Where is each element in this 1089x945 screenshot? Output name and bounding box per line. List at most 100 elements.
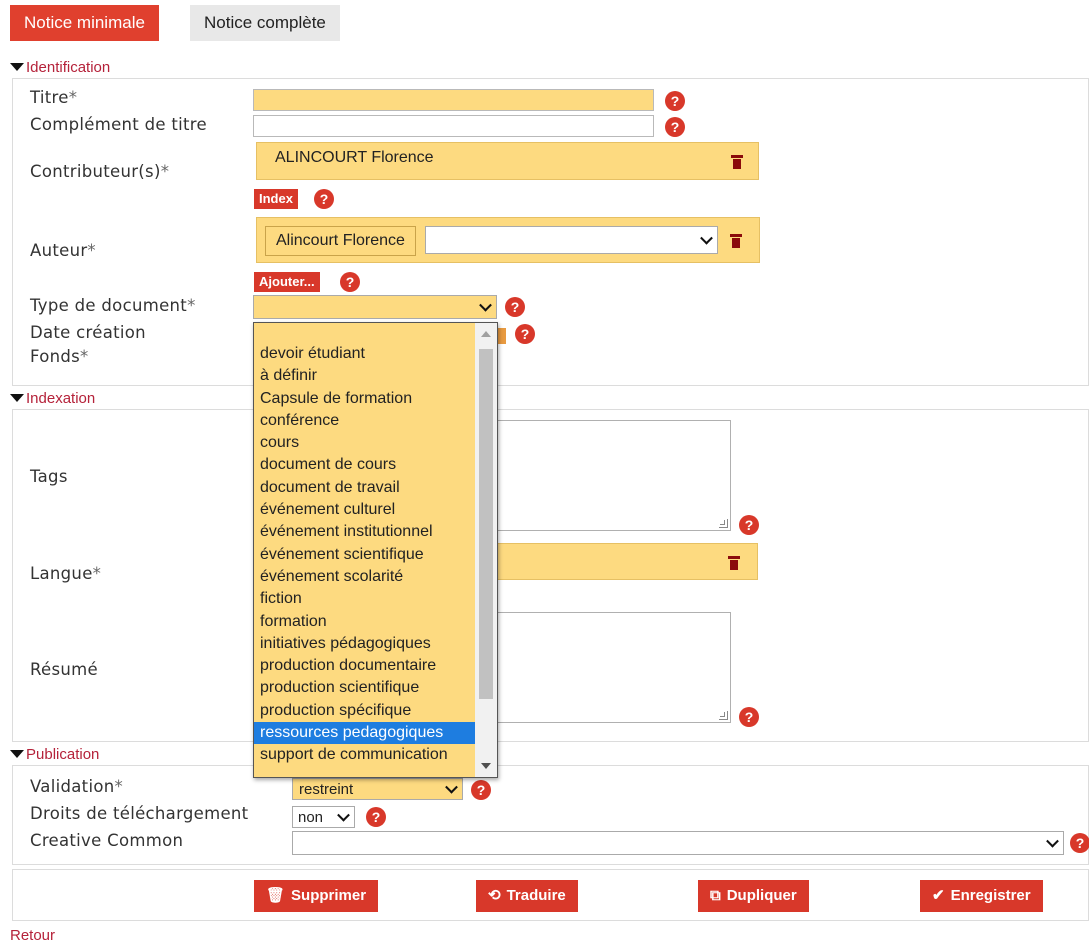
trash-icon[interactable] xyxy=(730,154,744,170)
ajouter-button[interactable]: Ajouter... xyxy=(254,272,320,292)
section-publication-label: Publication xyxy=(26,746,100,763)
supprimer-label: Supprimer xyxy=(291,887,367,904)
dropdown-option[interactable]: cours xyxy=(254,432,476,454)
label-langue: Langue* xyxy=(30,564,102,583)
label-tags: Tags xyxy=(30,467,68,486)
traduire-button[interactable]: ⟲ Traduire xyxy=(476,880,578,912)
tab-notice-minimale[interactable]: Notice minimale xyxy=(10,5,159,41)
section-identification[interactable]: Identification xyxy=(10,59,110,77)
collapse-triangle-icon xyxy=(10,394,24,402)
dropdown-scrollbar[interactable] xyxy=(475,323,497,777)
help-icon[interactable]: ? xyxy=(505,297,525,317)
help-icon[interactable]: ? xyxy=(1070,833,1089,853)
resize-grip-icon[interactable] xyxy=(719,711,728,720)
dropdown-option-list: devoir étudiant à définir Capsule de forma… xyxy=(254,343,476,767)
type-document-dropdown[interactable]: devoir étudiant à définir Capsule de forma… xyxy=(253,322,498,778)
retour-link[interactable]: Retour xyxy=(10,927,55,944)
creative-common-select[interactable] xyxy=(292,831,1064,855)
resume-textarea[interactable] xyxy=(470,612,731,723)
auteur-box: Alincourt Florence xyxy=(256,217,760,263)
help-icon[interactable]: ? xyxy=(340,272,360,292)
validation-value: restreint xyxy=(299,781,354,798)
chevron-down-icon xyxy=(445,780,458,794)
section-publication[interactable]: Publication xyxy=(10,746,99,764)
dropdown-option[interactable]: devoir étudiant xyxy=(254,343,476,365)
section-indexation-label: Indexation xyxy=(26,390,96,407)
tab-notice-complete[interactable]: Notice complète xyxy=(190,5,340,41)
chevron-down-icon xyxy=(337,808,350,822)
dropdown-option[interactable]: événement culturel xyxy=(254,499,476,521)
scroll-up-icon[interactable] xyxy=(481,331,491,337)
complement-titre-input[interactable] xyxy=(253,115,654,137)
enregistrer-button[interactable]: ✔ Enregistrer xyxy=(920,880,1043,912)
tags-textarea[interactable] xyxy=(470,420,731,531)
dropdown-option[interactable]: événement scolarité xyxy=(254,566,476,588)
dropdown-option[interactable]: document de cours xyxy=(254,454,476,476)
droits-select[interactable]: non xyxy=(292,806,355,828)
dupliquer-button[interactable]: ⧉ Dupliquer xyxy=(698,880,809,912)
validation-select[interactable]: restreint xyxy=(292,778,463,800)
droits-value: non xyxy=(298,809,324,826)
label-resume: Résumé xyxy=(30,660,98,679)
type-document-select[interactable] xyxy=(253,295,497,319)
help-icon[interactable]: ? xyxy=(314,189,334,209)
auteur-chip: Alincourt Florence xyxy=(265,226,416,256)
dropdown-option[interactable]: ressources pedagogiques xyxy=(254,722,476,745)
copy-icon: ⧉ xyxy=(710,887,721,904)
scrollbar-thumb[interactable] xyxy=(479,349,493,699)
dropdown-option[interactable]: initiatives pédagogiques xyxy=(254,633,476,655)
chevron-down-icon xyxy=(479,298,492,312)
label-validation: Validation* xyxy=(30,777,124,796)
help-icon[interactable]: ? xyxy=(515,324,535,344)
section-indexation[interactable]: Indexation xyxy=(10,390,95,408)
label-droits: Droits de téléchargement xyxy=(30,804,249,823)
dropdown-option[interactable]: à définir xyxy=(254,365,476,387)
dropdown-option[interactable]: support de communication xyxy=(254,744,476,766)
langue-box xyxy=(470,543,758,580)
translate-icon: ⟲ xyxy=(488,887,501,904)
dropdown-option[interactable]: document de travail xyxy=(254,477,476,499)
titre-input[interactable] xyxy=(253,89,654,111)
collapse-triangle-icon xyxy=(10,750,24,758)
auteur-select[interactable] xyxy=(425,226,718,254)
label-date-creation: Date création xyxy=(30,323,146,342)
chevron-down-icon xyxy=(700,231,713,245)
check-icon: ✔ xyxy=(932,887,945,904)
label-contributeurs: Contributeur(s)* xyxy=(30,162,170,181)
help-icon[interactable]: ? xyxy=(366,807,386,827)
scroll-down-icon[interactable] xyxy=(481,763,491,769)
label-titre: Titre* xyxy=(30,88,78,107)
dropdown-option[interactable]: conférence xyxy=(254,410,476,432)
calendar-icon[interactable] xyxy=(498,328,506,344)
enregistrer-label: Enregistrer xyxy=(950,887,1031,904)
dropdown-option[interactable]: production documentaire xyxy=(254,655,476,677)
label-complement: Complément de titre xyxy=(30,115,207,134)
help-icon[interactable]: ? xyxy=(665,91,685,111)
trash-icon: 🗑 xyxy=(266,887,286,904)
dropdown-option[interactable]: fiction xyxy=(254,588,476,610)
dropdown-option[interactable]: formation xyxy=(254,611,476,633)
trash-icon[interactable] xyxy=(727,555,741,571)
label-type-document: Type de document* xyxy=(30,296,196,315)
dropdown-option[interactable]: Capsule de formation xyxy=(254,388,476,410)
label-auteur: Auteur* xyxy=(30,241,96,260)
index-button[interactable]: Index xyxy=(254,189,298,209)
help-icon[interactable]: ? xyxy=(739,707,759,727)
help-icon[interactable]: ? xyxy=(471,780,491,800)
dupliquer-label: Dupliquer xyxy=(726,887,797,904)
trash-icon[interactable] xyxy=(729,233,743,249)
dropdown-option[interactable]: événement scientifique xyxy=(254,544,476,566)
dropdown-option[interactable]: événement institutionnel xyxy=(254,521,476,543)
help-icon[interactable]: ? xyxy=(739,515,759,535)
dropdown-option[interactable]: production spécifique xyxy=(254,700,476,722)
supprimer-button[interactable]: 🗑 Supprimer xyxy=(254,880,379,912)
help-icon[interactable]: ? xyxy=(665,117,685,137)
dropdown-option[interactable]: production scientifique xyxy=(254,677,476,699)
label-fonds: Fonds* xyxy=(30,347,89,366)
section-identification-label: Identification xyxy=(26,59,111,76)
resize-grip-icon[interactable] xyxy=(719,519,728,528)
label-creative-common: Creative Common xyxy=(30,831,184,850)
chevron-down-icon xyxy=(1046,834,1059,848)
contributeur-name: ALINCOURT Florence xyxy=(275,149,434,166)
traduire-label: Traduire xyxy=(506,887,566,904)
